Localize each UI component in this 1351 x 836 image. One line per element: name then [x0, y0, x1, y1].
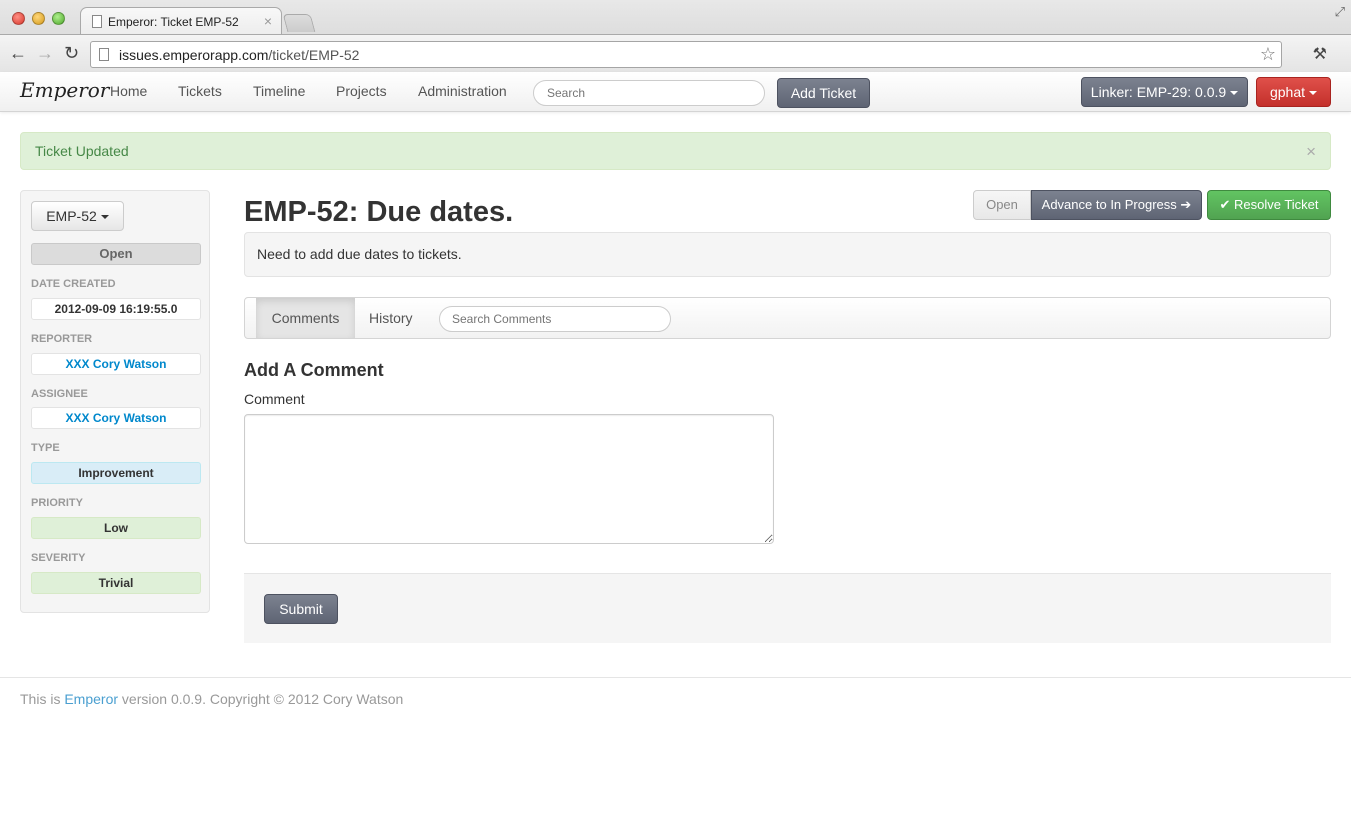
severity-label: SEVERITY: [31, 552, 86, 564]
forward-icon[interactable]: →: [36, 43, 54, 63]
type-label: TYPE: [31, 442, 60, 454]
page-title: EMP-52: Due dates.: [244, 196, 514, 228]
minimize-window-button[interactable]: [32, 12, 45, 25]
search-input[interactable]: [533, 80, 765, 106]
add-ticket-button[interactable]: Add Ticket: [777, 78, 870, 108]
nav-link-timeline[interactable]: Timeline: [253, 83, 305, 99]
linker-dropdown[interactable]: Linker: EMP-29: 0.0.9: [1081, 77, 1248, 107]
zoom-window-button[interactable]: [52, 12, 65, 25]
caret-down-icon: [1230, 91, 1239, 96]
nav-link-tickets[interactable]: Tickets: [178, 83, 222, 99]
success-alert: Ticket Updated ×: [20, 132, 1331, 170]
reporter-link[interactable]: XXX Cory Watson: [31, 353, 201, 375]
nav-link-projects[interactable]: Projects: [336, 83, 387, 99]
submit-button[interactable]: Submit: [264, 594, 338, 624]
priority-label: PRIORITY: [31, 497, 83, 509]
ticket-dropdown[interactable]: EMP-52: [31, 201, 124, 231]
type-value: Improvement: [31, 462, 201, 484]
form-actions: Submit: [244, 573, 1331, 643]
severity-value: Trivial: [31, 572, 201, 594]
caret-down-icon: [100, 215, 109, 220]
close-icon[interactable]: ×: [1306, 142, 1316, 162]
address-bar[interactable]: issues.emperorapp.com/ticket/EMP-52 ☆: [90, 41, 1282, 68]
tab-close-icon[interactable]: ×: [264, 13, 272, 29]
tab-comments[interactable]: Comments: [256, 298, 355, 338]
nav-link-administration[interactable]: Administration: [418, 83, 507, 99]
advance-in-progress-button[interactable]: Advance to In Progress ➔: [1031, 190, 1202, 220]
browser-tab-title: Emperor: Ticket EMP-52: [108, 15, 239, 29]
resolve-label: Resolve Ticket: [1233, 197, 1319, 212]
reporter-label: REPORTER: [31, 333, 93, 345]
user-name: gphat: [1269, 84, 1306, 100]
browser-tab[interactable]: Emperor: Ticket EMP-52 ×: [80, 7, 282, 34]
ticket-description: Need to add due dates to tickets.: [244, 232, 1331, 277]
check-icon: ✔: [1219, 197, 1231, 212]
close-window-button[interactable]: [12, 12, 25, 25]
comment-textarea[interactable]: [244, 414, 774, 544]
tab-history[interactable]: History: [369, 298, 413, 338]
resolve-ticket-button[interactable]: ✔ Resolve Ticket: [1207, 190, 1331, 220]
footer: This is Emperor version 0.0.9. Copyright…: [20, 691, 403, 707]
app-navbar: Emperor Home Tickets Timeline Projects A…: [0, 72, 1351, 112]
ticket-tabs: Comments History: [244, 297, 1331, 339]
url-host: issues.emperorapp.com: [119, 47, 269, 63]
user-menu-dropdown[interactable]: gphat: [1256, 77, 1331, 107]
ticket-id: EMP-52: [46, 208, 97, 224]
priority-value: Low: [31, 517, 201, 539]
fullscreen-icon[interactable]: ⤢: [1335, 4, 1345, 20]
bookmark-star-icon[interactable]: ☆: [1260, 44, 1276, 65]
url-text[interactable]: issues.emperorapp.com/ticket/EMP-52: [119, 47, 359, 63]
ticket-sidebar: EMP-52 Open DATE CREATED 2012-09-09 16:1…: [20, 190, 210, 613]
advance-label: Advance to In Progress: [1041, 197, 1177, 212]
browser-toolbar: ← → ↻ issues.emperorapp.com/ticket/EMP-5…: [0, 34, 1351, 72]
comment-label: Comment: [244, 391, 305, 407]
page-icon: [92, 15, 102, 28]
page-icon: [99, 48, 109, 61]
status-open-button[interactable]: Open: [973, 190, 1031, 220]
assignee-link[interactable]: XXX Cory Watson: [31, 407, 201, 429]
date-created-value: 2012-09-09 16:19:55.0: [31, 298, 201, 320]
new-tab-button[interactable]: [282, 14, 316, 32]
status-badge: Open: [31, 243, 201, 265]
nav-link-home[interactable]: Home: [110, 83, 147, 99]
brand-logo[interactable]: Emperor: [20, 78, 109, 102]
alert-message: Ticket Updated: [35, 143, 129, 159]
footer-suffix: version 0.0.9. Copyright © 2012 Cory Wat…: [118, 691, 404, 707]
back-icon[interactable]: ←: [9, 43, 27, 63]
caret-down-icon: [1309, 91, 1318, 96]
reload-icon[interactable]: ↻: [64, 43, 79, 63]
footer-emperor-link[interactable]: Emperor: [64, 691, 118, 707]
assignee-label: ASSIGNEE: [31, 388, 88, 400]
footer-divider: [0, 677, 1351, 678]
add-comment-heading: Add A Comment: [244, 360, 384, 380]
date-created-label: DATE CREATED: [31, 278, 116, 290]
search-comments-input[interactable]: [439, 306, 671, 332]
browser-chrome: Emperor: Ticket EMP-52 × ⤢ ← → ↻ issues.…: [0, 0, 1351, 72]
url-path: /ticket/EMP-52: [268, 47, 360, 63]
arrow-right-icon: ➔: [1180, 197, 1192, 212]
footer-prefix: This is: [20, 691, 65, 707]
wrench-icon[interactable]: ⚒: [1313, 44, 1341, 64]
linker-label: Linker: EMP-29: 0.0.9: [1090, 84, 1227, 100]
window-controls: [12, 12, 65, 25]
